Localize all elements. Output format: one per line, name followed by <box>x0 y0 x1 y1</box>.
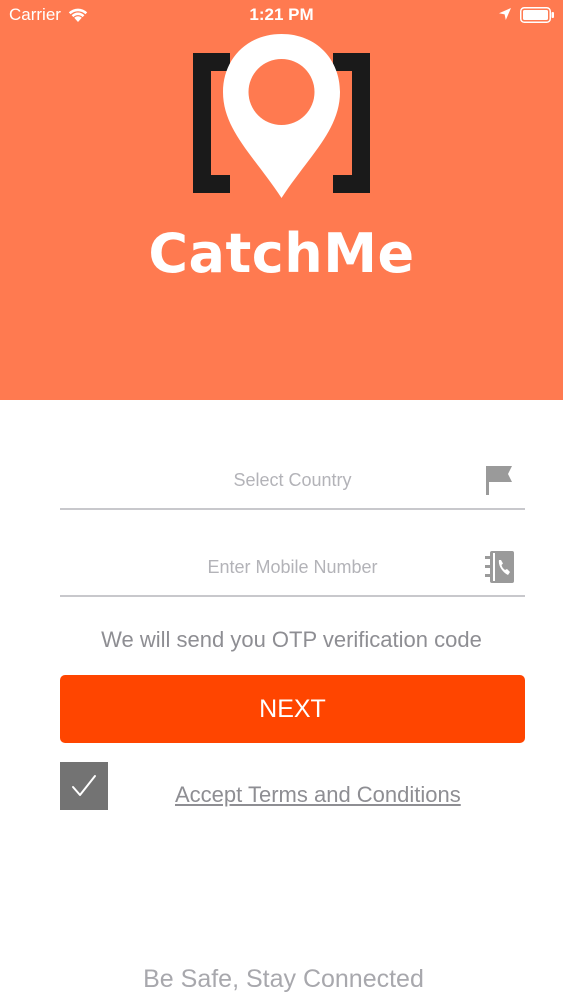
terms-link[interactable]: Accept Terms and Conditions <box>175 782 461 808</box>
checkmark-icon <box>72 775 96 796</box>
next-button[interactable]: NEXT <box>60 675 525 743</box>
terms-checkbox[interactable] <box>60 762 108 810</box>
flag-icon[interactable] <box>483 463 515 497</box>
contact-book-icon <box>485 551 514 583</box>
battery-icon <box>520 7 554 23</box>
mobile-field[interactable] <box>60 537 525 597</box>
mobile-input[interactable] <box>60 547 525 587</box>
tagline: Be Safe, Stay Connected <box>143 965 424 993</box>
location-arrow-icon <box>499 8 511 20</box>
app-name: CatchMe <box>148 222 415 285</box>
country-field[interactable] <box>60 450 525 510</box>
otp-note: We will send you OTP verification code <box>101 627 482 652</box>
location-pin-bracket-logo <box>193 34 370 198</box>
country-input[interactable] <box>60 460 525 500</box>
status-bar: Carrier 1:21 PM <box>0 0 563 30</box>
clock: 1:21 PM <box>249 5 314 24</box>
header-banner: Carrier 1:21 PM CatchMe <box>0 0 563 400</box>
